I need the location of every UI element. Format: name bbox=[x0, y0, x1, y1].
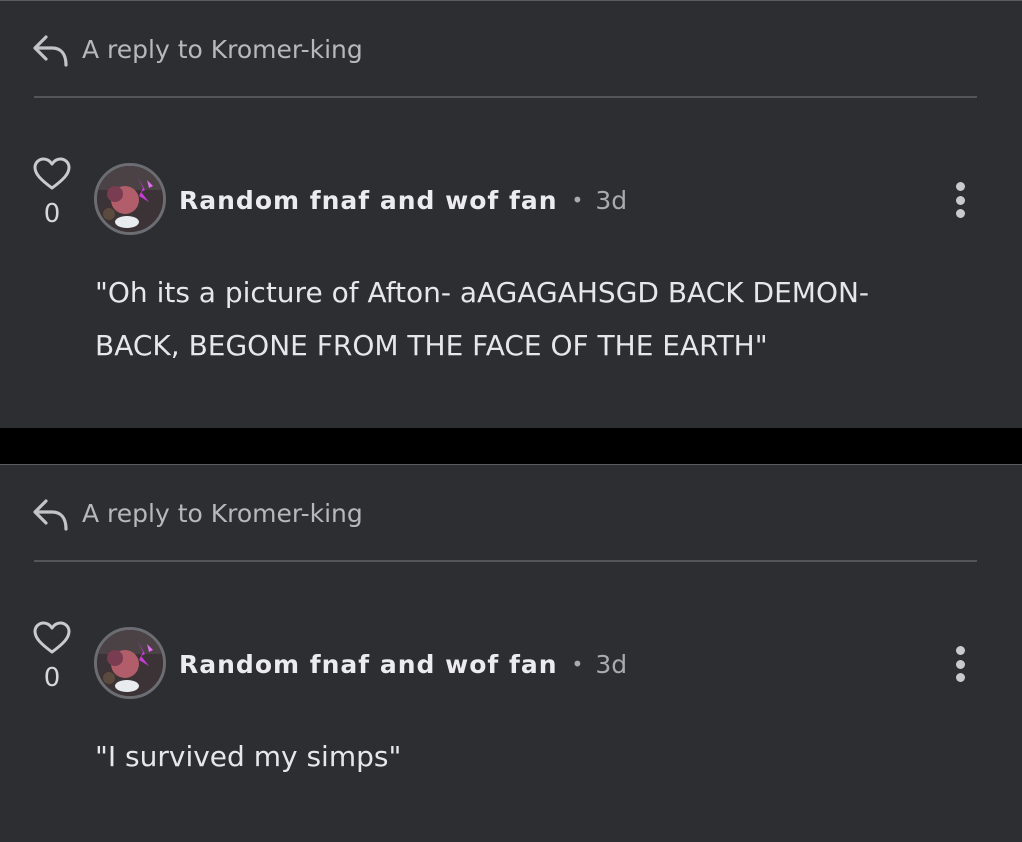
comment-header: Random fnaf and wof fan • 3d bbox=[179, 643, 627, 685]
reply-context-link[interactable]: A reply to Kromer-king bbox=[32, 493, 363, 533]
divider bbox=[34, 560, 977, 562]
divider bbox=[34, 96, 977, 98]
avatar-image bbox=[97, 630, 163, 696]
heart-outline-icon bbox=[33, 157, 71, 190]
avatar[interactable] bbox=[94, 163, 166, 235]
comment-card: A reply to Kromer-king 0 Random fnaf and… bbox=[0, 0, 1022, 428]
author-name[interactable]: Random fnaf and wof fan bbox=[179, 650, 558, 679]
reply-arrow-icon bbox=[33, 499, 68, 531]
more-options-button[interactable] bbox=[946, 643, 974, 685]
comment-body: "Oh its a picture of Afton- aAGAGAHSGD B… bbox=[95, 276, 870, 362]
vertical-ellipsis-icon bbox=[955, 673, 965, 682]
timestamp: 3d bbox=[595, 185, 628, 215]
reply-context-label: A reply to Kromer-king bbox=[82, 498, 363, 528]
like-button[interactable] bbox=[33, 157, 71, 195]
avatar-image bbox=[97, 166, 163, 232]
avatar[interactable] bbox=[94, 627, 166, 699]
timestamp: 3d bbox=[595, 649, 628, 679]
more-options-button[interactable] bbox=[946, 179, 974, 221]
vertical-ellipsis-icon bbox=[955, 646, 965, 655]
like-count: 0 bbox=[43, 199, 61, 229]
separator-dot: • bbox=[571, 652, 584, 676]
vertical-ellipsis-icon bbox=[955, 182, 965, 191]
like-button[interactable] bbox=[33, 621, 71, 659]
comment-header: Random fnaf and wof fan • 3d bbox=[179, 179, 627, 221]
vertical-ellipsis-icon bbox=[955, 209, 965, 218]
comment-body: "I survived my simps" bbox=[95, 740, 402, 773]
reply-context-link[interactable]: A reply to Kromer-king bbox=[32, 29, 363, 69]
author-name[interactable]: Random fnaf and wof fan bbox=[179, 186, 558, 215]
like-count: 0 bbox=[43, 663, 61, 693]
vertical-ellipsis-icon bbox=[955, 195, 965, 205]
vertical-ellipsis-icon bbox=[955, 659, 965, 669]
separator-dot: • bbox=[571, 188, 584, 212]
heart-outline-icon bbox=[33, 621, 71, 654]
reply-arrow-icon bbox=[33, 35, 68, 67]
reply-context-label: A reply to Kromer-king bbox=[82, 34, 363, 64]
comment-card: A reply to Kromer-king 0 Random fnaf and… bbox=[0, 464, 1022, 842]
